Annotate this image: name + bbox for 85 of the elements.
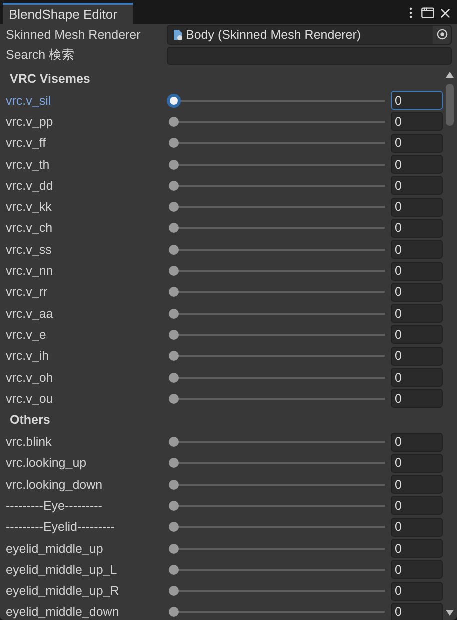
slider-thumb[interactable] (169, 138, 179, 148)
blendshape-label: vrc.v_aa (6, 306, 54, 321)
slider-thumb[interactable] (169, 394, 179, 404)
slider-thumb[interactable] (169, 522, 179, 532)
blendshape-label: vrc.v_nn (6, 264, 54, 278)
value-field[interactable]: 0 (391, 602, 443, 620)
blendshape-label: vrc.v_ou (6, 392, 54, 406)
property-label: Skinned Mesh Renderer (6, 28, 142, 42)
slider-thumb[interactable] (169, 308, 179, 319)
blendshape-label: eyelid_middle_down (6, 605, 120, 620)
blendshape-label: vrc.v_ch (6, 221, 54, 236)
value-field[interactable]: 0 (391, 454, 443, 473)
value-field[interactable]: 0 (391, 112, 443, 132)
slider-thumb[interactable] (169, 160, 179, 170)
slider-thumb[interactable] (169, 287, 179, 298)
maximize-icon[interactable] (421, 6, 435, 20)
value-field[interactable]: 0 (391, 198, 443, 217)
value-field[interactable]: 0 (391, 240, 443, 260)
blendshape-label: eyelid_middle_up (6, 542, 104, 556)
value-field[interactable]: 0 (391, 176, 443, 196)
value-field[interactable]: 0 (391, 155, 443, 174)
value-field[interactable]: 0 (391, 496, 443, 516)
blendshape-label: vrc.v_ff (6, 136, 48, 150)
value-field[interactable]: 0 (391, 389, 443, 408)
slider-thumb[interactable] (169, 480, 179, 490)
blendshape-label: vrc.v_sil (6, 94, 52, 108)
slider-thumb[interactable] (169, 500, 179, 511)
slider-thumb[interactable] (169, 437, 179, 448)
blendshape-label: vrc.v_ss (6, 242, 53, 257)
scroll-up-icon[interactable] (446, 72, 454, 78)
editor-tab[interactable]: BlendShape Editor (3, 3, 133, 24)
blendshape-label: vrc.v_rr (6, 285, 49, 300)
value-field[interactable]: 0 (391, 560, 443, 580)
slider-thumb[interactable] (169, 544, 179, 554)
value-field[interactable]: 0 (391, 582, 443, 601)
scroll-down-icon[interactable] (446, 610, 454, 616)
slider-thumb[interactable] (169, 223, 179, 234)
slider-thumb[interactable] (169, 458, 179, 468)
blendshape-label: eyelid_middle_up_L (6, 562, 118, 577)
value-field[interactable]: 0 (391, 539, 443, 558)
value-field[interactable]: 0 (391, 304, 443, 324)
slider-thumb[interactable] (169, 330, 179, 340)
value-field[interactable]: 0 (391, 282, 443, 302)
blendshape-label: vrc.v_oh (6, 370, 54, 384)
blendshape-label: vrc.looking_down (6, 478, 104, 492)
mesh-icon (172, 28, 184, 40)
slider-thumb[interactable] (169, 116, 179, 127)
slider-thumb[interactable] (167, 94, 181, 108)
value-field[interactable]: 0 (391, 346, 443, 366)
blendshape-label: vrc.v_pp (6, 114, 54, 129)
slider-thumb[interactable] (169, 351, 179, 362)
slider-thumb[interactable] (169, 607, 179, 618)
value-field[interactable]: 0 (391, 91, 443, 110)
blendshape-label: vrc.v_th (6, 158, 51, 172)
value-field[interactable]: 0 (391, 134, 443, 153)
slider-thumb[interactable] (169, 586, 179, 596)
section-header: Others (9, 412, 52, 430)
blendshape-label: vrc.blink (6, 435, 53, 450)
slider-thumb[interactable] (169, 372, 179, 382)
blendshape-label: ---------Eye--------- (6, 498, 104, 513)
value-field[interactable]: 0 (391, 432, 443, 452)
value-field[interactable]: 0 (391, 475, 443, 494)
slider-thumb[interactable] (169, 564, 179, 575)
blendshape-label: ---------Eyelid--------- (6, 520, 116, 534)
value-field[interactable]: 0 (391, 262, 443, 281)
object-picker-button[interactable] (433, 26, 451, 44)
blendshape-label: vrc.v_kk (6, 200, 53, 214)
blendshape-label: vrc.looking_up (6, 456, 88, 470)
value-field[interactable]: 0 (391, 325, 443, 344)
scrollbar-thumb[interactable] (446, 84, 454, 126)
slider-thumb[interactable] (169, 266, 179, 276)
blendshape-label: vrc.v_ih (6, 349, 50, 364)
slider-thumb[interactable] (169, 202, 179, 212)
value-field[interactable]: 0 (391, 218, 443, 238)
property-label: Search 検索 (6, 47, 76, 64)
blendshape-label: eyelid_middle_up_R (6, 584, 120, 598)
object-field[interactable]: Body (Skinned Mesh Renderer) (167, 24, 452, 44)
value-field[interactable]: 0 (391, 518, 443, 537)
blendshape-label: vrc.v_e (6, 328, 48, 342)
section-header: VRC Visemes (9, 71, 92, 88)
target-icon (436, 29, 448, 40)
value-field[interactable]: 0 (391, 368, 443, 387)
slider-thumb[interactable] (169, 180, 179, 191)
slider-thumb[interactable] (169, 244, 179, 255)
blendshape-label: vrc.v_dd (6, 178, 54, 193)
